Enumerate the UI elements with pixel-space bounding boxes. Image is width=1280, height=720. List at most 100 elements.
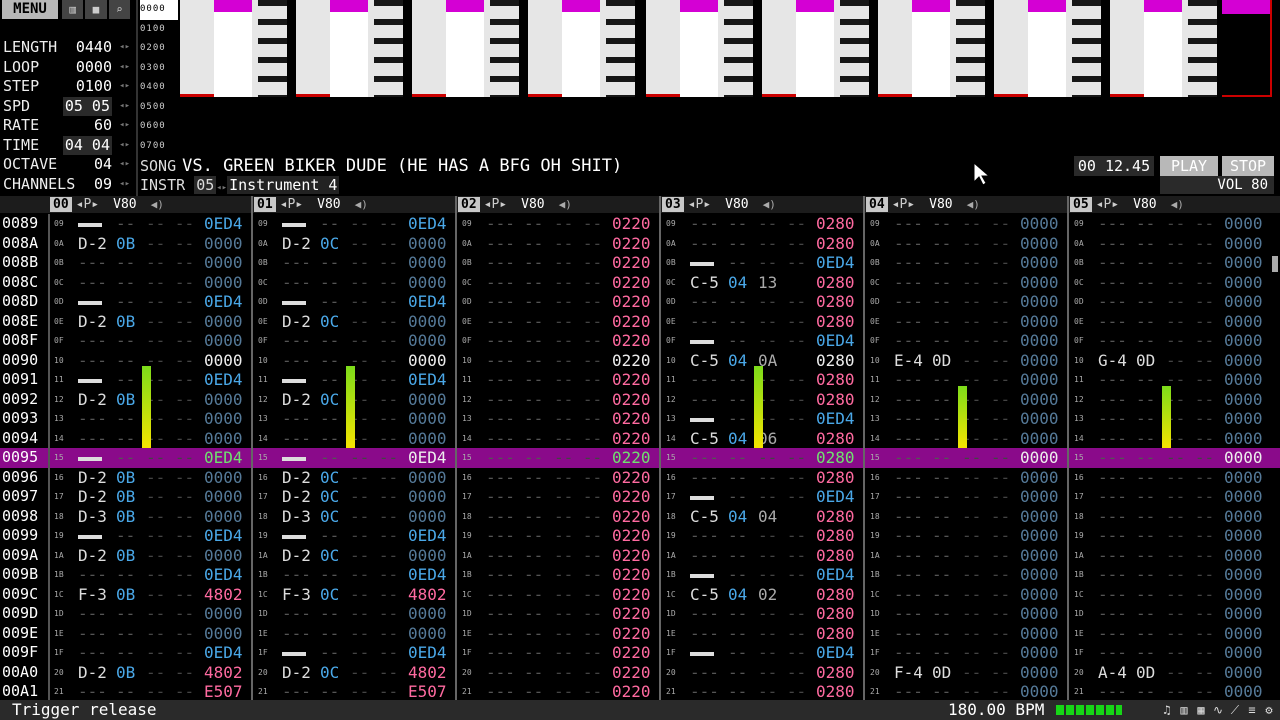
effect-cell[interactable]: 0000	[408, 273, 447, 293]
volume-empty[interactable]: -- --	[350, 331, 398, 351]
instrument-empty[interactable]: --	[524, 331, 543, 351]
volume-empty[interactable]: -- --	[962, 507, 1010, 527]
note-empty[interactable]: ---	[690, 604, 719, 624]
volume-empty[interactable]: -- --	[758, 448, 806, 468]
effect-cell[interactable]: 0000	[1020, 468, 1059, 488]
effect-cell[interactable]: 0000	[408, 624, 447, 644]
pattern-row[interactable]: 009A 1A D-2 0B -- -- 0000 1A D-2 0C -- -- 0000 1A --…	[0, 545, 1280, 566]
pattern-row[interactable]: 0093 13 --- -- -- -- 0000 13 --- -- -- -- 0000 13 --…	[0, 409, 1280, 429]
matrix-row-index[interactable]: 0500	[140, 98, 178, 118]
note-empty[interactable]: ---	[78, 682, 107, 700]
effect-cell[interactable]: 0ED4	[816, 487, 855, 507]
instrument-empty[interactable]: --	[524, 643, 543, 663]
channel-cell[interactable]: 17 --- -- -- -- 0000	[866, 487, 1066, 507]
channel-cell[interactable]: 17 D-2 0B -- -- 0000	[50, 487, 250, 507]
instrument-empty[interactable]: --	[1136, 253, 1155, 273]
instrument-empty[interactable]: --	[524, 487, 543, 507]
effect-cell[interactable]: 0000	[204, 507, 243, 527]
volume-empty[interactable]: -- --	[758, 253, 806, 273]
instrument-empty[interactable]: --	[524, 273, 543, 293]
volume-empty[interactable]: -- --	[1166, 604, 1214, 624]
instrument-empty[interactable]: --	[1136, 448, 1155, 468]
channel-cell[interactable]: 18 --- -- -- -- 0000	[866, 507, 1066, 527]
channel-cell[interactable]: 1B --- -- -- -- 0ED4	[254, 565, 454, 585]
volume-empty[interactable]: -- --	[554, 624, 602, 644]
channel-cell[interactable]: 0E --- -- -- -- 0220	[458, 312, 658, 332]
instrument-empty[interactable]: --	[116, 253, 135, 273]
note-cell[interactable]: D-2	[78, 312, 107, 332]
note-empty[interactable]: ---	[282, 565, 311, 585]
effect-cell[interactable]: 0ED4	[408, 643, 447, 663]
instrument-empty[interactable]: --	[728, 624, 747, 644]
volume-empty[interactable]: -- --	[962, 429, 1010, 449]
instrument-empty[interactable]: --	[116, 682, 135, 700]
note-empty[interactable]: ---	[486, 682, 515, 700]
note-empty[interactable]: ---	[1098, 448, 1127, 468]
effect-cell[interactable]: 0000	[204, 429, 243, 449]
volume-empty[interactable]: -- --	[1166, 234, 1214, 254]
note-empty[interactable]: ---	[486, 351, 515, 371]
effect-cell[interactable]: 0220	[612, 468, 651, 488]
volume-empty[interactable]: -- --	[554, 682, 602, 700]
effect-cell[interactable]: 0000	[204, 253, 243, 273]
volume-empty[interactable]: -- --	[554, 253, 602, 273]
effect-cell[interactable]: 0ED4	[408, 526, 447, 546]
volume-empty[interactable]: -- --	[962, 643, 1010, 663]
instr-number[interactable]: 05	[194, 176, 217, 194]
effect-cell[interactable]: 0000	[408, 604, 447, 624]
matrix-channel-block[interactable]	[878, 0, 985, 97]
volume-empty[interactable]: -- --	[1166, 526, 1214, 546]
channel-cell[interactable]: 15 --- -- -- -- 0000	[866, 448, 1066, 468]
effect-cell[interactable]: E507	[204, 682, 243, 700]
effect-cell[interactable]: 0ED4	[816, 643, 855, 663]
note-empty[interactable]: ---	[894, 370, 923, 390]
volume-empty[interactable]: -- --	[554, 507, 602, 527]
note-empty[interactable]: ---	[894, 214, 923, 234]
effect-cell[interactable]: 0000	[1020, 390, 1059, 410]
channel-cell[interactable]: 1E --- -- -- -- 0220	[458, 624, 658, 644]
effect-cell[interactable]: 0220	[612, 273, 651, 293]
effect-cell[interactable]: 0000	[204, 312, 243, 332]
channel-cell[interactable]: 0F --- -- -- -- 0000	[866, 331, 1066, 351]
effect-cell[interactable]: 0220	[612, 585, 651, 605]
volume-empty[interactable]: -- --	[146, 390, 194, 410]
volume-empty[interactable]: -- --	[554, 643, 602, 663]
volume-empty[interactable]: -- --	[758, 312, 806, 332]
volume-empty[interactable]: -- --	[962, 663, 1010, 683]
setting-row[interactable]: RATE 60 ◂▸	[0, 116, 134, 136]
note-cell[interactable]: F-4	[894, 663, 923, 683]
effect-cell[interactable]: 0000	[1224, 585, 1263, 605]
instrument-empty[interactable]: --	[728, 390, 747, 410]
note-cell[interactable]: G-4	[1098, 351, 1127, 371]
note-cell[interactable]: F-3	[282, 585, 311, 605]
pattern-row[interactable]: 0099 19 -- -- -- 0ED4 19 -- -- -- 0ED4 19 --- -- -- …	[0, 526, 1280, 546]
note-empty[interactable]: ---	[894, 390, 923, 410]
effect-cell[interactable]: 0220	[612, 565, 651, 585]
instrument-empty[interactable]: --	[116, 292, 135, 312]
note-empty[interactable]: ---	[78, 409, 107, 429]
effect-cell[interactable]: 0000	[1020, 292, 1059, 312]
note-cell[interactable]: D-2	[78, 546, 107, 566]
pattern-row[interactable]: 0096 16 D-2 0B -- -- 0000 16 D-2 0C -- -- 0000 16 --…	[0, 467, 1280, 488]
instr-arrows-icon[interactable]: ◂▸	[216, 183, 227, 193]
effect-cell[interactable]: 0000	[1224, 234, 1263, 254]
volume-empty[interactable]: -- --	[554, 565, 602, 585]
note-empty[interactable]: ---	[1098, 390, 1127, 410]
menu-button[interactable]: MENU	[2, 0, 58, 19]
effect-cell[interactable]: 0000	[204, 468, 243, 488]
note-release-icon[interactable]	[690, 487, 714, 507]
instrument-empty[interactable]: --	[320, 292, 339, 312]
channel-cell[interactable]: 18 C-5 04 04 0280	[662, 507, 862, 527]
effect-cell[interactable]: 0000	[408, 468, 447, 488]
volume-empty[interactable]: -- --	[758, 409, 806, 429]
note-cell[interactable]: C-5	[690, 273, 719, 293]
volume-empty[interactable]: -- --	[758, 546, 806, 566]
volume-empty[interactable]: -- --	[146, 351, 194, 371]
instrument-empty[interactable]: --	[524, 234, 543, 254]
effect-cell[interactable]: 0000	[1224, 565, 1263, 585]
pattern-row[interactable]: 0091 11 -- -- -- 0ED4 11 -- -- -- 0ED4 11 --- -- -- …	[0, 370, 1280, 390]
volume-empty[interactable]: -- --	[758, 234, 806, 254]
channel-pan-icon[interactable]: ◂P▸	[76, 197, 99, 212]
instrument-empty[interactable]: --	[932, 390, 951, 410]
effect-cell[interactable]: 0ED4	[204, 214, 243, 234]
